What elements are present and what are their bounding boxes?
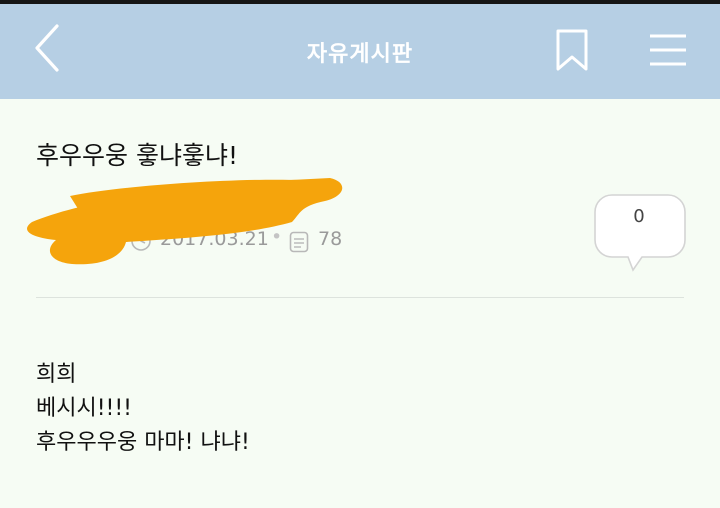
clock-icon bbox=[131, 231, 151, 251]
app-header bbox=[0, 4, 720, 99]
post-body-line: 희희 bbox=[36, 362, 77, 387]
post-meta: 2017.03.21 • 78 bbox=[36, 222, 436, 258]
meta-separator: • bbox=[271, 226, 283, 248]
document-icon bbox=[289, 231, 309, 253]
comment-button[interactable] bbox=[592, 192, 688, 274]
post-body: 희희 베시시!!!! 후우우우웅 마마! 냐냐! bbox=[36, 358, 250, 460]
back-button[interactable] bbox=[20, 18, 76, 78]
bookmark-button[interactable] bbox=[545, 22, 599, 78]
chevron-left-icon bbox=[35, 24, 59, 72]
post-title: 후우우웅 훟냐훟냐! bbox=[36, 141, 238, 170]
post-body-line: 베시시!!!! bbox=[36, 396, 132, 421]
post-date: 2017.03.21 bbox=[160, 228, 269, 250]
divider bbox=[36, 297, 684, 298]
hamburger-menu-icon bbox=[650, 34, 686, 66]
bookmark-icon bbox=[556, 29, 588, 71]
view-count: 78 bbox=[318, 228, 343, 250]
comment-count: 0 bbox=[633, 206, 645, 227]
speech-bubble-icon bbox=[594, 194, 686, 272]
post-body-line: 후우우우웅 마마! 냐냐! bbox=[36, 430, 250, 455]
menu-button[interactable] bbox=[640, 24, 696, 76]
